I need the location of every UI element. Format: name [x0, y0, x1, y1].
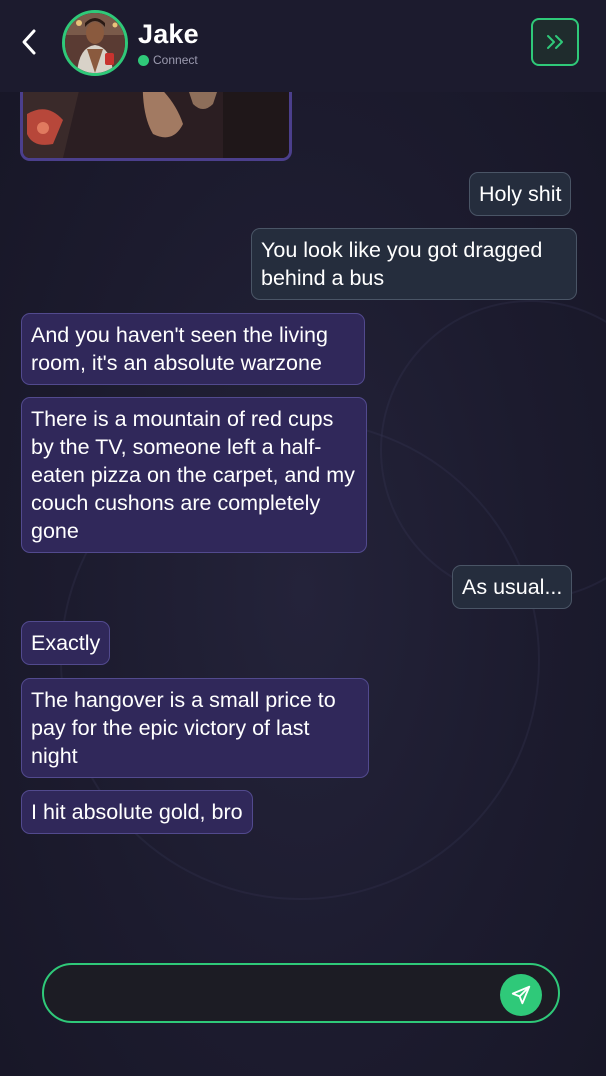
- back-button[interactable]: [14, 24, 44, 60]
- outgoing-message: As usual...: [452, 565, 573, 609]
- avatar-image: [65, 13, 125, 73]
- outgoing-message: Holy shit: [469, 172, 572, 216]
- party-photo: [23, 92, 289, 158]
- incoming-message: I hit absolute gold, bro: [21, 790, 253, 834]
- incoming-message: And you haven't seen the living room, it…: [21, 313, 365, 385]
- status-indicator: Connect: [138, 53, 198, 67]
- image-message[interactable]: [20, 92, 292, 161]
- double-chevron-right-icon: [547, 35, 563, 49]
- chat-header: Jake Connect: [0, 0, 606, 92]
- status-text: Connect: [153, 53, 198, 67]
- contact-name: Jake: [138, 19, 199, 49]
- send-icon: [511, 985, 531, 1005]
- online-status-dot: [138, 54, 149, 66]
- incoming-message: The hangover is a small price to pay for…: [21, 678, 369, 778]
- skip-button[interactable]: [531, 18, 579, 66]
- message-list: Holy shit You look like you got dragged …: [0, 92, 606, 952]
- chevron-left-icon: [22, 29, 36, 55]
- avatar[interactable]: [62, 10, 128, 76]
- incoming-message: There is a mountain of red cups by the T…: [21, 397, 367, 553]
- incoming-message: Exactly: [21, 621, 111, 665]
- message-input-bar: [42, 963, 560, 1023]
- outgoing-message: You look like you got dragged behind a b…: [251, 228, 577, 300]
- message-input[interactable]: [64, 975, 494, 1011]
- chat-screen: Jake Connect Holy shit You look like you…: [0, 0, 606, 1076]
- send-button[interactable]: [500, 974, 542, 1016]
